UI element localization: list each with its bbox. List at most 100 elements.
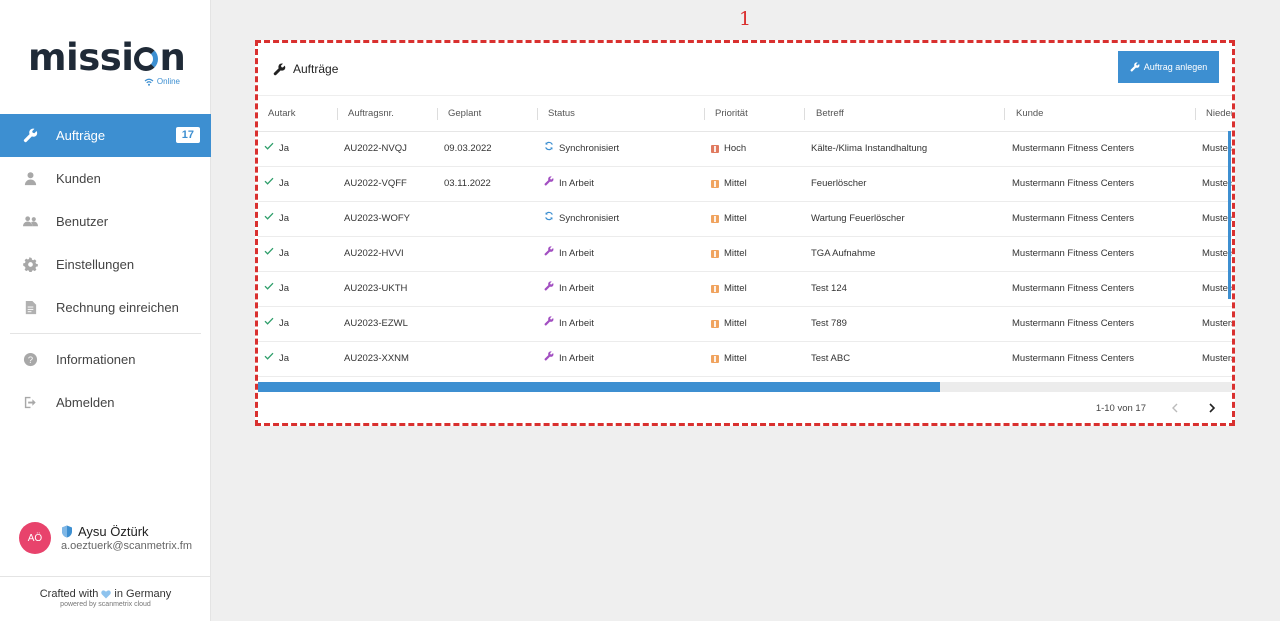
card-title-text: Aufträge bbox=[293, 62, 339, 76]
cell-text: Wartung Feuerlöscher bbox=[811, 213, 905, 224]
vertical-scrollbar[interactable] bbox=[1228, 131, 1231, 299]
cell-betreff: Test 124 bbox=[811, 272, 847, 306]
table-row[interactable]: Ja AU2023-EZWL In Arbeit Mittel Test 789 Must… bbox=[258, 307, 1232, 342]
count-badge: 17 bbox=[175, 127, 200, 143]
cell-autark: Ja bbox=[264, 307, 289, 341]
powered-by: powered by scanmetrix cloud bbox=[60, 601, 151, 608]
next-page-button[interactable] bbox=[1204, 401, 1218, 415]
chevron-left-icon bbox=[1171, 403, 1177, 413]
cell-text: 03.11.2022 bbox=[444, 178, 491, 189]
pagination: 1-10 von 17 bbox=[1096, 401, 1218, 415]
cell-nr: AU2023-UKTH bbox=[344, 272, 407, 306]
sidebar-item-abmelden[interactable]: Abmelden bbox=[0, 381, 211, 424]
cell-text: Synchronisiert bbox=[559, 213, 620, 224]
sidebar-nav: Aufträge 17 Kunden Benutzer Einstellunge… bbox=[0, 114, 211, 424]
priority-icon bbox=[711, 145, 719, 153]
crafted-prefix: Crafted with bbox=[39, 588, 99, 600]
column-header-status[interactable]: Status bbox=[548, 96, 575, 132]
cell-text: Ja bbox=[279, 353, 290, 364]
cell-text: Mustermann Fitness Centers bbox=[1012, 318, 1134, 329]
cell-prio: Mittel bbox=[711, 342, 747, 376]
sidebar-item-kunden[interactable]: Kunden bbox=[0, 157, 211, 200]
cell-prio: Mittel bbox=[711, 167, 747, 201]
cell-betreff: Kälte-/Klima Instandhaltung bbox=[811, 132, 927, 166]
cell-status: Synchronisiert bbox=[544, 202, 619, 236]
cell-text: Hoch bbox=[724, 143, 747, 154]
shield-icon bbox=[62, 525, 72, 538]
user-profile[interactable]: AÖ Aysu Öztürk a.oeztuerk@scanmetrix.fm bbox=[19, 522, 192, 554]
sidebar-item-rechnung[interactable]: Rechnung einreichen bbox=[0, 286, 211, 329]
cell-kunde: Mustermann Fitness Centers bbox=[1012, 237, 1134, 271]
column-header-auftragsnr[interactable]: Auftragsnr. bbox=[348, 96, 394, 132]
check-icon bbox=[264, 272, 274, 306]
cell-kunde: Mustermann Fitness Centers bbox=[1012, 167, 1134, 201]
table-header: Autark Auftragsnr. Geplant Status Priori… bbox=[258, 95, 1232, 132]
create-order-label: Auftrag anlegen bbox=[1143, 62, 1208, 72]
table-row[interactable]: Ja AU2023-UKTH In Arbeit Mittel Test 124 Must… bbox=[258, 272, 1232, 307]
cell-nr: AU2022-VQFF bbox=[344, 167, 407, 201]
wifi-icon bbox=[144, 78, 154, 86]
card-header: Aufträge Auftrag anlegen bbox=[258, 43, 1232, 95]
cell-text: In Arbeit bbox=[559, 318, 594, 329]
cell-nr: AU2023-XXNM bbox=[344, 342, 409, 376]
cell-text: Test ABC bbox=[811, 353, 851, 364]
cell-text: Mustermann Fitness Centers bbox=[1012, 178, 1134, 189]
sidebar: missi n Online Aufträge 17 Kunden Benutze… bbox=[0, 0, 211, 621]
cell-text: Ja bbox=[279, 318, 290, 329]
sidebar-item-auftraege[interactable]: Aufträge 17 bbox=[0, 114, 211, 157]
cell-text: Mustermann Fitness Centers bbox=[1012, 248, 1134, 259]
logout-icon bbox=[22, 395, 38, 411]
crafted-text: Crafted with in Germany bbox=[0, 588, 211, 600]
table-row[interactable]: Ja AU2023-WOFY Synchronisiert Mittel Wartung… bbox=[258, 202, 1232, 237]
pagination-range: 1-10 von 17 bbox=[1095, 402, 1146, 414]
horizontal-scroll-thumb[interactable] bbox=[258, 382, 940, 392]
app-logo[interactable]: missi n Online bbox=[28, 38, 188, 90]
cell-nieder: Musters bbox=[1202, 342, 1232, 376]
cell-status: In Arbeit bbox=[544, 272, 594, 306]
cell-nr: AU2022-HVVI bbox=[344, 237, 404, 271]
cell-text: In Arbeit bbox=[559, 283, 594, 294]
create-order-button[interactable]: Auftrag anlegen bbox=[1118, 51, 1219, 83]
table-row[interactable]: Ja AU2022-VQFF 03.11.2022 In Arbeit Mittel Fe… bbox=[258, 167, 1232, 202]
cell-status: In Arbeit bbox=[544, 307, 594, 341]
check-icon bbox=[264, 167, 274, 201]
check-icon bbox=[264, 342, 274, 376]
column-header-autark[interactable]: Autark bbox=[268, 96, 295, 132]
column-header-betreff[interactable]: Betreff bbox=[816, 96, 844, 132]
table-row[interactable]: Ja AU2022-HVVI In Arbeit Mittel TGA Aufnahme… bbox=[258, 237, 1232, 272]
wrench-icon bbox=[544, 307, 554, 341]
cell-kunde: Mustermann Fitness Centers bbox=[1012, 342, 1134, 376]
cell-nr: AU2023-WOFY bbox=[344, 202, 410, 236]
sync-icon bbox=[544, 132, 554, 166]
cell-text: TGA Aufnahme bbox=[811, 248, 876, 259]
cell-text: Mustermann Fitness Centers bbox=[1012, 213, 1134, 224]
check-icon bbox=[264, 132, 274, 166]
gear-icon bbox=[22, 257, 38, 273]
nav-divider bbox=[10, 333, 201, 334]
column-header-prioritaet[interactable]: Priorität bbox=[715, 96, 748, 132]
wrench-icon bbox=[544, 272, 554, 306]
column-separator bbox=[537, 108, 538, 120]
horizontal-scrollbar[interactable] bbox=[258, 382, 1232, 392]
sidebar-item-label: Abmelden bbox=[56, 395, 115, 410]
user-name: Aysu Öztürk bbox=[78, 524, 149, 539]
column-header-niederlassung[interactable]: Nieder bbox=[1206, 96, 1232, 132]
prev-page-button[interactable] bbox=[1168, 401, 1182, 415]
column-header-geplant[interactable]: Geplant bbox=[448, 96, 481, 132]
check-icon bbox=[264, 237, 274, 271]
cell-status: In Arbeit bbox=[544, 342, 594, 376]
cell-text: In Arbeit bbox=[559, 178, 594, 189]
sidebar-item-benutzer[interactable]: Benutzer bbox=[0, 200, 211, 243]
cell-text: Test 124 bbox=[811, 283, 847, 294]
cell-text: Musters bbox=[1202, 318, 1232, 329]
online-status: Online bbox=[144, 77, 180, 86]
sidebar-item-informationen[interactable]: ? Informationen bbox=[0, 338, 211, 381]
cell-text: Musters bbox=[1202, 353, 1232, 364]
svg-text:?: ? bbox=[27, 355, 32, 365]
sidebar-item-einstellungen[interactable]: Einstellungen bbox=[0, 243, 211, 286]
cell-autark: Ja bbox=[264, 272, 289, 306]
column-header-kunde[interactable]: Kunde bbox=[1016, 96, 1043, 132]
cell-text: In Arbeit bbox=[559, 248, 594, 259]
table-row[interactable]: Ja AU2023-XXNM In Arbeit Mittel Test ABC Must… bbox=[258, 342, 1232, 377]
table-row[interactable]: Ja AU2022-NVQJ 09.03.2022 Synchronisiert Hoc… bbox=[258, 132, 1232, 167]
